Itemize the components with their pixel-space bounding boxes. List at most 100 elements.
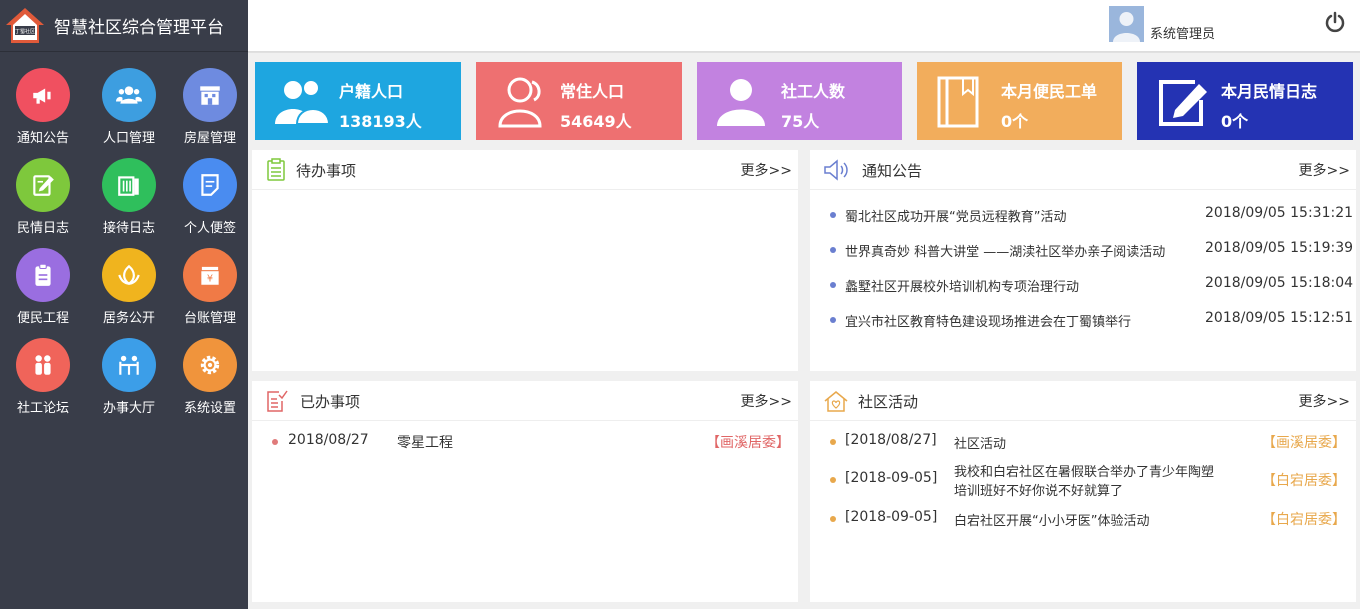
- bullet-dot: [830, 477, 836, 483]
- done-org: 【画溪居委】: [706, 435, 790, 451]
- activity-org: 【画溪居委】: [1262, 435, 1346, 451]
- activity-name-continued: 培训班好不好你说不好就算了: [954, 484, 1124, 499]
- menu-item-settings[interactable]: 系统设置: [172, 338, 248, 428]
- note-icon: [183, 158, 237, 212]
- logo[interactable]: 丁蜀社区: [4, 6, 46, 46]
- username[interactable]: 系统管理员: [1150, 23, 1215, 42]
- activities-panel: 社区活动 更多>> [2018/08/27] 社区活动 【画溪居委】 [2018…: [810, 381, 1356, 602]
- svg-text:¥: ¥: [207, 274, 213, 285]
- meeting-icon: [102, 338, 156, 392]
- menu-label: 台账管理: [183, 311, 236, 326]
- list-item[interactable]: [2018-09-05] 白宕社区开展“小小牙医”体验活动 【白宕居委】: [810, 508, 1356, 530]
- menu-label: 个人便签: [183, 221, 236, 236]
- bullet-dot: [830, 439, 836, 445]
- two-people-icon: [275, 79, 331, 125]
- stat-card-registered-population[interactable]: 户籍人口 138193人: [255, 62, 461, 140]
- menu-item-social-forum[interactable]: 社工论坛: [0, 338, 86, 428]
- stat-card-social-workers[interactable]: 社工人数 75人: [697, 62, 902, 140]
- bullet-dot: [830, 317, 836, 323]
- stat-value: 0个: [1001, 112, 1029, 131]
- megaphone-icon: [16, 68, 70, 122]
- bullet-dot: [830, 516, 836, 522]
- activity-date: [2018/08/27]: [845, 432, 937, 448]
- bullet-dot: [272, 439, 278, 445]
- edit-icon: [16, 158, 70, 212]
- users-icon: [102, 68, 156, 122]
- list-item[interactable]: [2018-09-05] 我校和白宕社区在暑假联合举办了青少年陶塑 培训班好不好…: [810, 461, 1356, 499]
- people-icon: [16, 338, 70, 392]
- panel-header: 社区活动 更多>>: [810, 381, 1356, 421]
- stat-value: 75人: [781, 112, 820, 131]
- menu-item-public-log[interactable]: 民情日志: [0, 158, 86, 248]
- main-menu: 通知公告 人口管理 房屋管理 民情日志 接待日志 个人便签 便民工程 居务公开 …: [0, 52, 248, 428]
- panel-title: 通知公告: [862, 162, 923, 180]
- power-icon[interactable]: [1324, 11, 1346, 33]
- ledger-icon: ¥: [183, 248, 237, 302]
- menu-item-housing[interactable]: 房屋管理: [172, 68, 248, 158]
- book-icon: [937, 76, 979, 128]
- done-name: 零星工程: [397, 435, 453, 451]
- list-item: 宜兴市社区教育特色建设现场推进会在丁蜀镇举行 2018/09/05 15:12:…: [810, 305, 1356, 340]
- books-icon: [102, 158, 156, 212]
- notice-time: 2018/09/05 15:31:21: [1205, 205, 1354, 221]
- list-item[interactable]: [2018/08/27] 社区活动 【画溪居委】: [810, 431, 1356, 453]
- more-link[interactable]: 更多>>: [1299, 391, 1350, 411]
- stat-label: 常住人口: [560, 82, 625, 101]
- activity-name: 社区活动: [954, 437, 1007, 452]
- menu-label: 社工论坛: [16, 401, 69, 416]
- menu-label: 办事大厅: [102, 401, 155, 416]
- notice-title[interactable]: 世界真奇妙 科普大讲堂 ——湖渎社区举办亲子阅读活动: [845, 241, 1165, 260]
- list-item: 蠡墅社区开展校外培训机构专项治理行动 2018/09/05 15:18:04: [810, 270, 1356, 305]
- notice-list: 蜀北社区成功开展“党员远程教育”活动 2018/09/05 15:31:21 世…: [810, 190, 1356, 340]
- more-link[interactable]: 更多>>: [741, 160, 792, 180]
- todo-panel: 待办事项 更多>>: [252, 150, 798, 371]
- building-icon: [183, 68, 237, 122]
- panel-header: 待办事项 更多>>: [252, 150, 798, 190]
- menu-item-service-hall[interactable]: 办事大厅: [86, 338, 172, 428]
- stat-card-public-journal[interactable]: 本月民情日志 0个: [1137, 62, 1353, 140]
- notice-time: 2018/09/05 15:18:04: [1205, 275, 1354, 291]
- app-title: 智慧社区综合管理平台: [54, 18, 224, 38]
- menu-item-population[interactable]: 人口管理: [86, 68, 172, 158]
- menu-item-notice[interactable]: 通知公告: [0, 68, 86, 158]
- done-date: 2018/08/27: [288, 432, 369, 448]
- stat-card-service-orders[interactable]: 本月便民工单 0个: [917, 62, 1122, 140]
- stat-card-resident-population[interactable]: 常住人口 54649人: [476, 62, 682, 140]
- stat-label: 户籍人口: [339, 82, 404, 101]
- notices-panel: 通知公告 更多>> 蜀北社区成功开展“党员远程教育”活动 2018/09/05 …: [810, 150, 1356, 371]
- menu-label: 系统设置: [183, 401, 236, 416]
- menu-label: 人口管理: [102, 131, 155, 146]
- panel-header: 通知公告 更多>>: [810, 150, 1356, 190]
- leaf-icon: [102, 248, 156, 302]
- menu-item-reception-log[interactable]: 接待日志: [86, 158, 172, 248]
- checklist-icon: [267, 158, 285, 181]
- menu-label: 便民工程: [16, 311, 69, 326]
- more-link[interactable]: 更多>>: [1299, 160, 1350, 180]
- menu-label: 通知公告: [16, 131, 69, 146]
- menu-item-personal-note[interactable]: 个人便签: [172, 158, 248, 248]
- stat-value: 54649人: [560, 112, 632, 131]
- notice-title[interactable]: 蜀北社区成功开展“党员远程教育”活动: [845, 206, 1066, 225]
- sidebar: 丁蜀社区 智慧社区综合管理平台 通知公告 人口管理 房屋管理 民情日志 接待日志…: [0, 0, 248, 609]
- activity-name: 白宕社区开展“小小牙医”体验活动: [954, 514, 1150, 529]
- menu-label: 房屋管理: [183, 131, 236, 146]
- notice-title[interactable]: 宜兴市社区教育特色建设现场推进会在丁蜀镇举行: [845, 311, 1131, 330]
- list-item[interactable]: 2018/08/27 零星工程 【画溪居委】: [252, 431, 800, 453]
- avatar[interactable]: [1109, 6, 1144, 42]
- menu-item-service-project[interactable]: 便民工程: [0, 248, 86, 338]
- stat-label: 本月民情日志: [1221, 82, 1318, 101]
- bullet-dot: [830, 212, 836, 218]
- notice-time: 2018/09/05 15:12:51: [1205, 310, 1354, 326]
- more-link[interactable]: 更多>>: [741, 391, 792, 411]
- menu-item-ledger[interactable]: ¥ 台账管理: [172, 248, 248, 338]
- stat-value: 138193人: [339, 112, 422, 131]
- list-item: 蜀北社区成功开展“党员远程教育”活动 2018/09/05 15:31:21: [810, 200, 1356, 235]
- notice-title[interactable]: 蠡墅社区开展校外培训机构专项治理行动: [845, 276, 1079, 295]
- bullet-dot: [830, 282, 836, 288]
- panel-title: 已办事项: [300, 393, 361, 411]
- house-logo-icon: 丁蜀社区: [6, 7, 44, 43]
- menu-label: 居务公开: [102, 311, 155, 326]
- menu-label: 接待日志: [102, 221, 155, 236]
- menu-item-affairs-public[interactable]: 居务公开: [86, 248, 172, 338]
- activity-org: 【白宕居委】: [1262, 473, 1346, 489]
